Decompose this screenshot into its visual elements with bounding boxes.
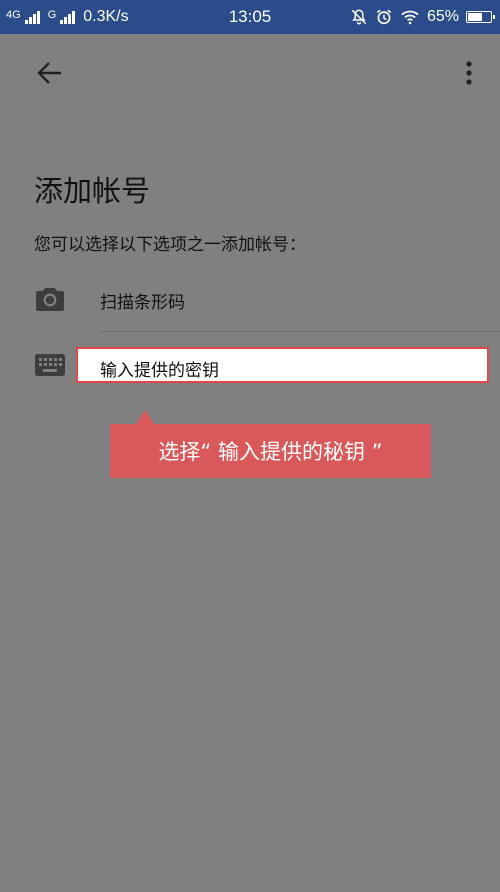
- camera-icon: [36, 288, 64, 311]
- status-left: 4G G 0.3K/s: [6, 0, 129, 34]
- network-type-4g: 4G: [6, 9, 21, 21]
- back-button[interactable]: [30, 56, 70, 90]
- battery-percent: 65%: [426, 8, 459, 25]
- divider: [100, 331, 500, 332]
- arrow-left-icon: [37, 62, 61, 84]
- page-subtitle: 您可以选择以下选项之一添加帐号：: [34, 235, 306, 255]
- enter-key-label: 输入提供的密钥: [100, 361, 219, 381]
- status-right: 65%: [350, 0, 495, 34]
- enter-key-option[interactable]: 输入提供的密钥: [76, 347, 489, 383]
- mute-bell-icon: [351, 9, 367, 25]
- alarm-icon: [376, 9, 392, 25]
- signal-icon: [24, 10, 40, 24]
- more-vert-icon: [466, 61, 472, 85]
- status-bar: 4G G 0.3K/s 13:05 65%: [0, 0, 500, 34]
- scan-barcode-option[interactable]: 扫描条形码: [0, 272, 500, 332]
- keyboard-icon: [35, 354, 65, 376]
- signal-icon-2: [60, 10, 76, 24]
- instruction-callout: 选择“ 输入提供的秘钥 ”: [110, 424, 431, 478]
- wifi-icon: [401, 10, 419, 25]
- instruction-callout-text: 选择“ 输入提供的秘钥 ”: [158, 440, 383, 464]
- scan-barcode-label: 扫描条形码: [100, 293, 185, 313]
- more-options-button[interactable]: [456, 56, 482, 90]
- network-type-g: G: [47, 9, 57, 21]
- page-title: 添加帐号: [34, 174, 151, 208]
- battery-icon: [466, 11, 495, 23]
- callout-pointer: [136, 410, 154, 424]
- network-speed: 0.3K/s: [83, 8, 129, 25]
- status-time: 13:05: [228, 7, 272, 26]
